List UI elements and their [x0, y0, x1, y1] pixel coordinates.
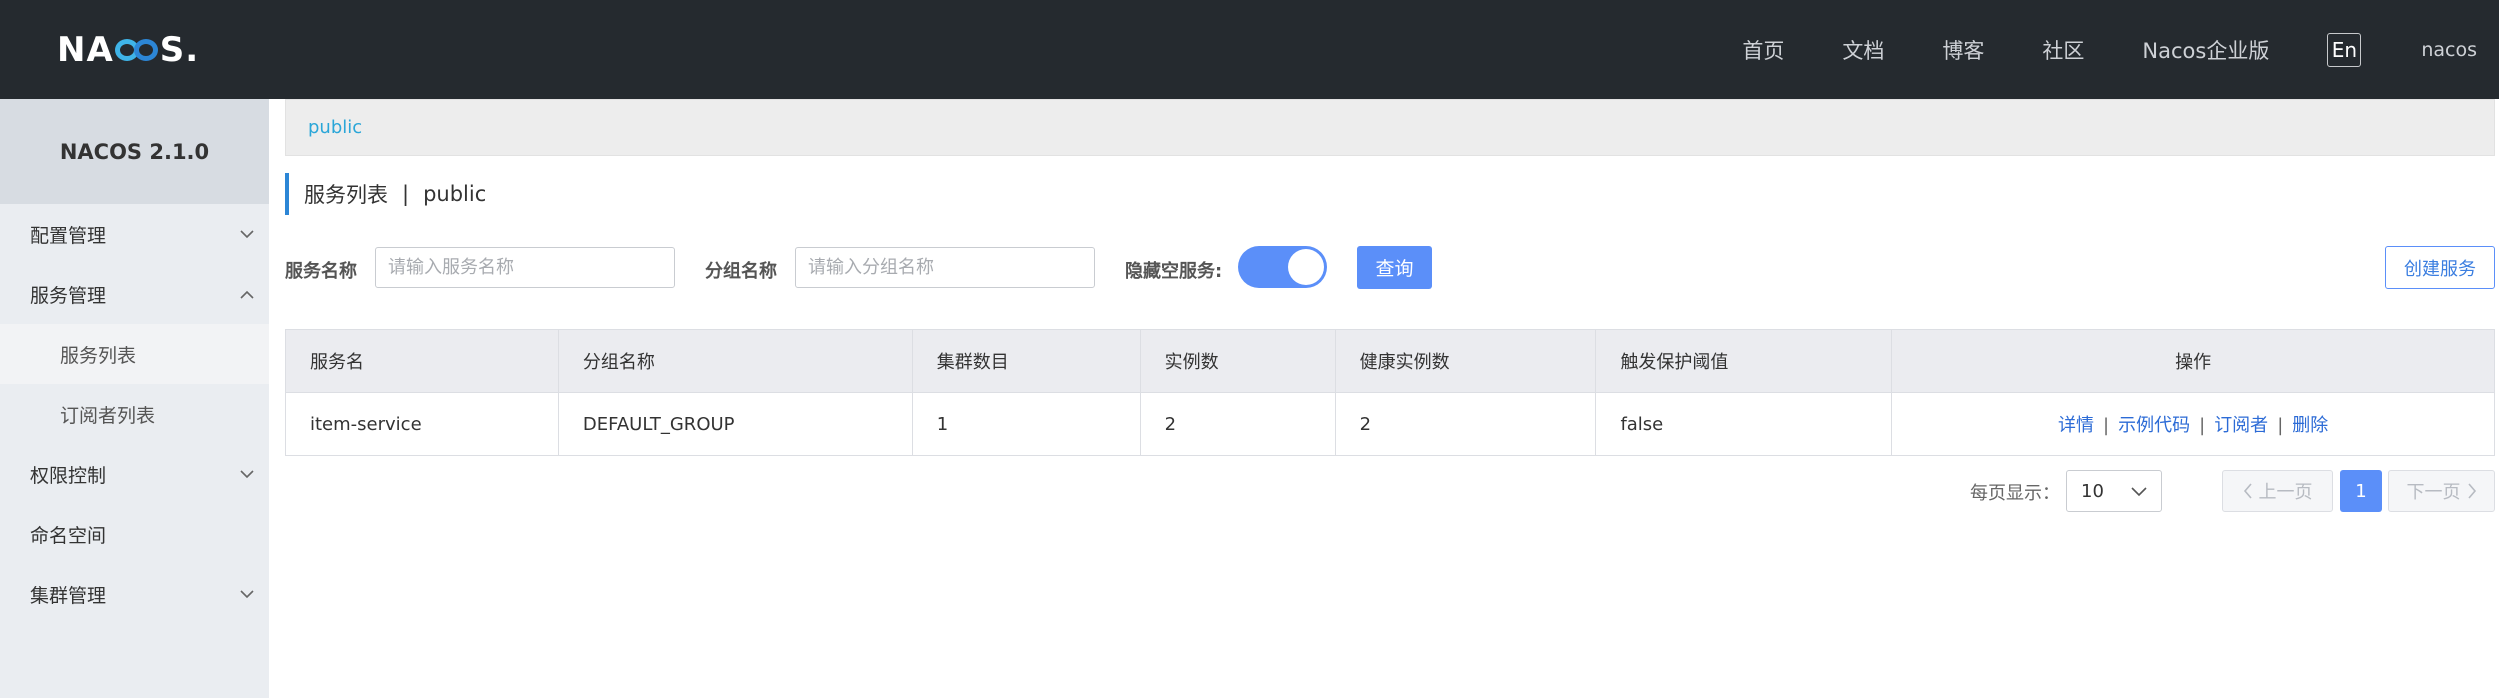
cell-cluster-count: 1: [912, 392, 1141, 456]
column-header-cluster-count: 集群数目: [912, 329, 1141, 393]
sidebar-item-service-management[interactable]: 服务管理: [0, 264, 269, 324]
nav-blog[interactable]: 博客: [1942, 35, 1984, 65]
breadcrumb-namespace[interactable]: public: [308, 117, 362, 138]
chevron-up-icon: [239, 286, 255, 302]
page-title-main: 服务列表: [304, 183, 388, 207]
sidebar-item-label: 配置管理: [30, 224, 107, 247]
chevron-down-icon: [239, 466, 255, 482]
sidebar-item-label: 权限控制: [30, 464, 107, 487]
hide-empty-service-toggle[interactable]: [1238, 246, 1327, 288]
nav-home[interactable]: 首页: [1742, 35, 1784, 65]
sidebar: NACOS 2.1.0 配置管理 服务管理 服务列表 订阅者列表 权限控制 命名…: [0, 99, 269, 698]
nav-community[interactable]: 社区: [2042, 35, 2084, 65]
toggle-knob: [1288, 249, 1324, 285]
logo-text-right: S: [159, 30, 186, 70]
column-header-instance-count: 实例数: [1140, 329, 1336, 393]
sidebar-item-config-management[interactable]: 配置管理: [0, 204, 269, 264]
op-separator: |: [2199, 415, 2206, 436]
sidebar-item-label: 命名空间: [30, 524, 107, 547]
cell-group-name: DEFAULT_GROUP: [558, 392, 913, 456]
language-switch-button[interactable]: En: [2327, 32, 2362, 67]
page-title-namespace: public: [423, 182, 487, 206]
sidebar-item-label: 服务列表: [60, 344, 137, 367]
column-header-healthy-instances: 健康实例数: [1335, 329, 1597, 393]
top-nav: 首页 文档 博客 社区 Nacos企业版 En nacos: [1742, 0, 2499, 99]
hide-empty-service-label: 隐藏空服务:: [1125, 261, 1223, 282]
cell-protect-threshold: false: [1595, 392, 1893, 456]
page-size-label: 每页显示：: [1970, 483, 2060, 504]
query-button[interactable]: 查询: [1357, 246, 1432, 289]
page-title-separator: |: [402, 182, 410, 206]
delete-link[interactable]: 删除: [2292, 415, 2328, 436]
page-1-button[interactable]: 1: [2340, 470, 2382, 512]
chevron-left-icon: [2243, 483, 2252, 499]
service-name-input[interactable]: [375, 247, 675, 288]
user-menu[interactable]: nacos: [2421, 39, 2477, 61]
sidebar-version-title: NACOS 2.1.0: [0, 99, 269, 204]
top-header: NA S . 首页 文档 博客 社区 Nacos企业版 En nacos: [0, 0, 2499, 99]
chevron-down-icon: [239, 226, 255, 242]
sidebar-item-subscriber-list[interactable]: 订阅者列表: [0, 384, 269, 444]
group-name-input[interactable]: [795, 247, 1095, 288]
chevron-right-icon: [2467, 483, 2476, 499]
sidebar-item-namespace[interactable]: 命名空间: [0, 504, 269, 564]
cell-healthy-instances: 2: [1335, 392, 1597, 456]
sidebar-item-service-list[interactable]: 服务列表: [0, 324, 269, 384]
subscribers-link[interactable]: 订阅者: [2214, 415, 2268, 436]
logo-rings-icon: [114, 35, 159, 65]
next-page-button[interactable]: 下一页: [2388, 470, 2495, 512]
next-page-label: 下一页: [2406, 482, 2461, 503]
column-header-protect-threshold: 触发保护阈值: [1595, 329, 1893, 393]
detail-link[interactable]: 详情: [2058, 415, 2094, 436]
nacos-logo[interactable]: NA S .: [57, 27, 199, 73]
sidebar-item-label: 订阅者列表: [60, 404, 156, 427]
service-table: 服务名 分组名称 集群数目 实例数 健康实例数 触发保护阈值 操作 item-s…: [285, 329, 2495, 456]
page-title: 服务列表 | public: [285, 173, 486, 215]
column-header-service-name: 服务名: [285, 329, 559, 393]
table-header-row: 服务名 分组名称 集群数目 实例数 健康实例数 触发保护阈值 操作: [285, 329, 2495, 393]
column-header-operations: 操作: [1891, 329, 2495, 393]
table-row: item-service DEFAULT_GROUP 1 2 2 false 详…: [285, 392, 2495, 456]
sidebar-item-label: 集群管理: [30, 584, 107, 607]
create-service-button[interactable]: 创建服务: [2385, 246, 2495, 289]
cell-instance-count: 2: [1140, 392, 1336, 456]
op-separator: |: [2277, 415, 2284, 436]
chevron-down-icon: [239, 586, 255, 602]
logo-dot: .: [185, 30, 200, 70]
logo-text-left: NA: [57, 30, 114, 70]
page-size-select[interactable]: 10: [2066, 470, 2162, 512]
prev-page-button[interactable]: 上一页: [2222, 470, 2333, 512]
sidebar-item-cluster-management[interactable]: 集群管理: [0, 564, 269, 624]
op-separator: |: [2103, 415, 2110, 436]
page-size-value: 10: [2081, 480, 2104, 502]
sample-code-link[interactable]: 示例代码: [2118, 415, 2190, 436]
column-header-group-name: 分组名称: [558, 329, 913, 393]
sidebar-item-access-control[interactable]: 权限控制: [0, 444, 269, 504]
nav-enterprise[interactable]: Nacos企业版: [2142, 35, 2269, 65]
chevron-down-icon: [2131, 481, 2147, 502]
cell-operations: 详情 | 示例代码 | 订阅者 | 删除: [1891, 392, 2495, 456]
service-name-label: 服务名称: [285, 261, 357, 282]
cell-service-name: item-service: [285, 392, 559, 456]
prev-page-label: 上一页: [2258, 482, 2313, 503]
group-name-label: 分组名称: [705, 261, 777, 282]
sidebar-item-label: 服务管理: [30, 284, 107, 307]
breadcrumb: public: [285, 99, 2495, 156]
nav-docs[interactable]: 文档: [1842, 35, 1884, 65]
